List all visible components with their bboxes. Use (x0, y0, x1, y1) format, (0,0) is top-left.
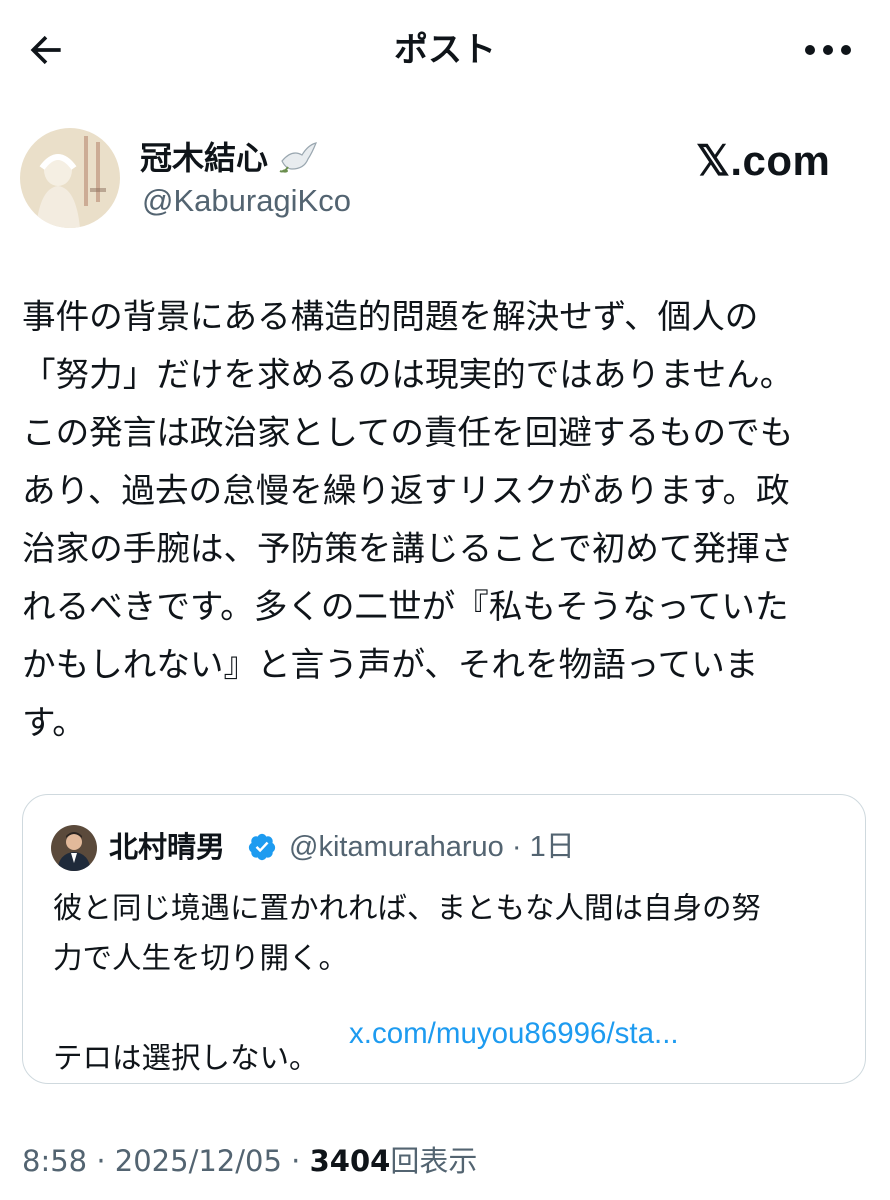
views-label: 回表示 (390, 1144, 478, 1178)
quoted-author-handle[interactable]: @kitamuraharuo (289, 831, 504, 863)
meta-separator: · (96, 1144, 106, 1178)
top-bar: ポスト (0, 0, 890, 100)
meta-separator: · (291, 1144, 301, 1178)
source-watermark: 𝕏.com (696, 137, 831, 184)
page-title: ポスト (394, 30, 496, 70)
post-date[interactable]: 2025/12/05 (115, 1144, 282, 1178)
author-display-name: 冠木結心 (140, 139, 269, 177)
author-avatar[interactable] (20, 128, 120, 228)
quoted-author-avatar[interactable] (51, 825, 97, 871)
dove-icon (279, 142, 318, 173)
quoted-post-card[interactable]: 北村晴男 @kitamuraharuo · 1日 彼と同じ境遇に置かれれば、まと… (22, 794, 866, 1084)
author-handle[interactable]: @KaburagiKco (142, 180, 351, 222)
quoted-post-link[interactable]: x.com/muyou86996/sta... (349, 1009, 679, 1059)
verified-badge-icon (248, 833, 276, 861)
quoted-meta: @kitamuraharuo · 1日 (289, 825, 575, 869)
author-name[interactable]: 冠木結心 (140, 136, 318, 180)
post-text: 事件の背景にある構造的問題を解決せず、個人の 「努力」だけを求めるのは現実的では… (22, 297, 794, 742)
post-time[interactable]: 8:58 (22, 1144, 87, 1178)
post-meta: 8:58 · 2025/12/05 · 3404回表示 (22, 1140, 477, 1182)
person-avatar-icon (51, 825, 97, 871)
quoted-post-time[interactable]: 1日 (530, 831, 575, 863)
meta-separator: · (511, 831, 522, 863)
book-cover-avatar (20, 128, 120, 228)
more-horizontal-icon (805, 45, 851, 55)
quoted-author-name[interactable]: 北村晴男 (109, 825, 225, 869)
more-options-button[interactable] (800, 30, 856, 70)
views-count: 3404 (309, 1144, 391, 1178)
